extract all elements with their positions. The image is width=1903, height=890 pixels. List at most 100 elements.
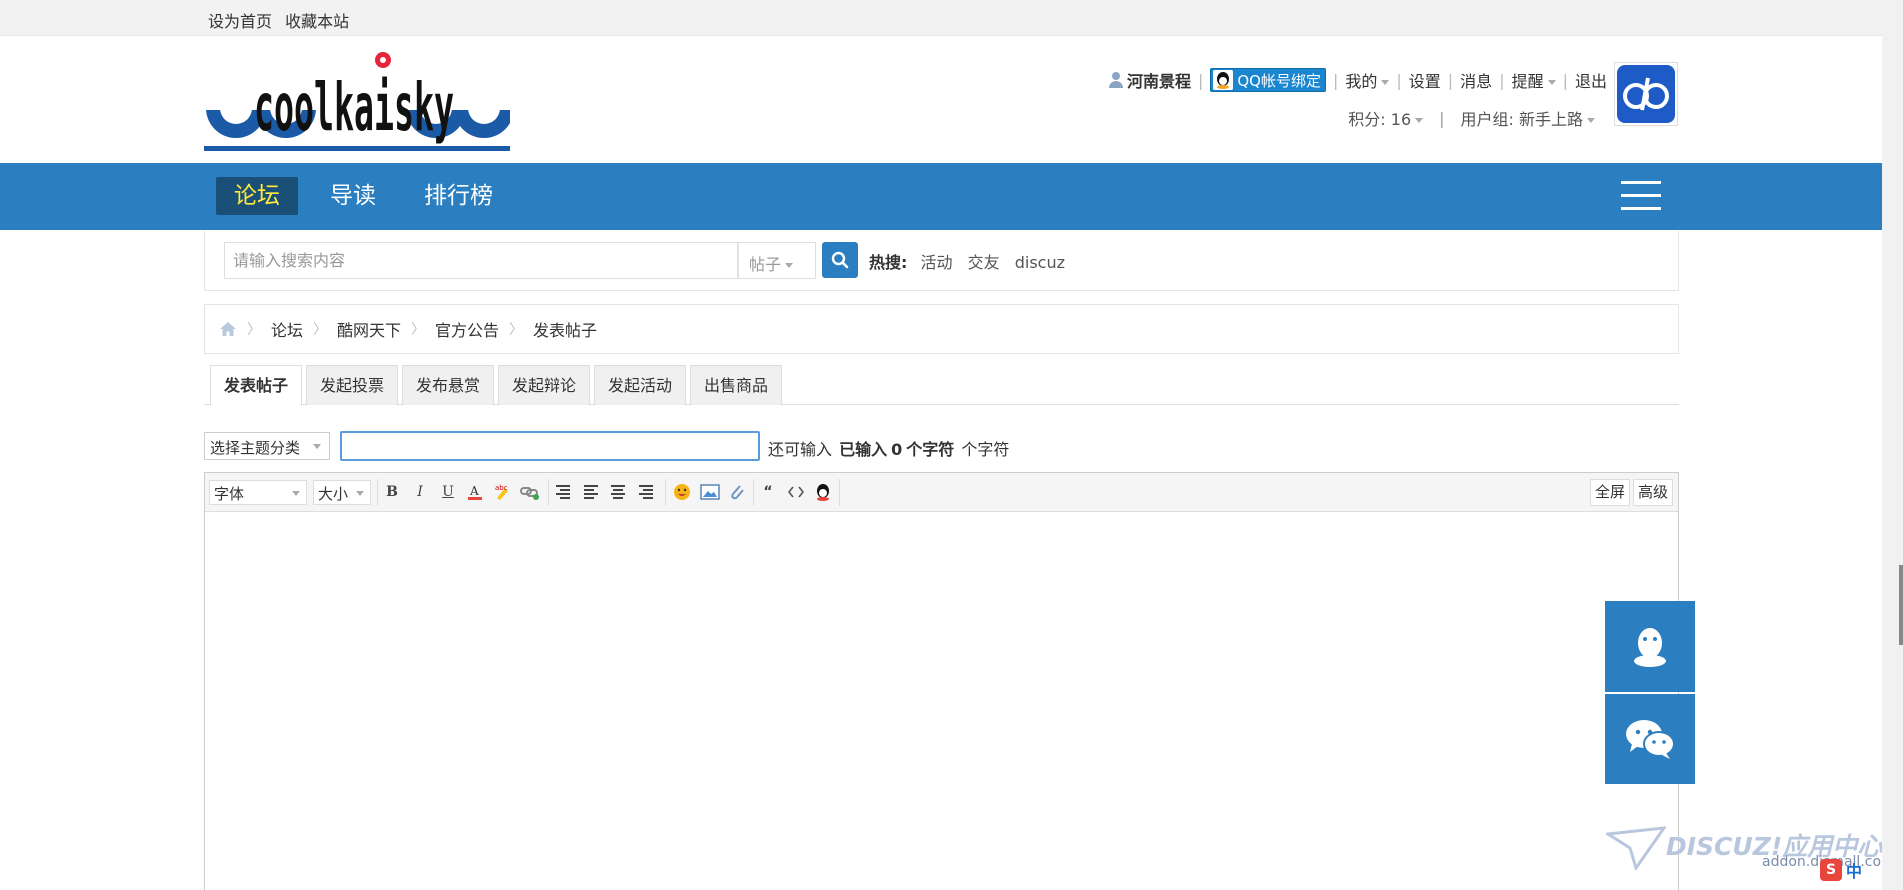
code-icon[interactable] <box>785 481 807 503</box>
tab-debate[interactable]: 发起辩论 <box>498 365 591 405</box>
thread-type-select[interactable]: 选择主题分类 <box>204 432 330 460</box>
hot-keyword[interactable]: 活动 <box>921 253 953 272</box>
ime-indicator[interactable]: S 中 <box>1820 858 1862 882</box>
username-text: 河南景程 <box>1126 72 1191 91</box>
hot-keyword[interactable]: discuz <box>1015 253 1065 272</box>
site-logo[interactable]: coolkaisky <box>204 50 510 154</box>
font-color-icon[interactable]: A <box>464 481 486 503</box>
user-icon <box>1108 72 1123 88</box>
breadcrumb-board[interactable]: 官方公告 <box>435 317 499 341</box>
top-bar: 设为首页 收藏本站 <box>0 0 1882 36</box>
qq-icon <box>1634 627 1666 667</box>
search-type-select[interactable]: 帖子 <box>738 242 816 279</box>
avatar[interactable] <box>1614 62 1678 126</box>
search-button[interactable] <box>822 242 858 278</box>
tab-post-thread[interactable]: 发表帖子 <box>210 365 303 406</box>
tab-reward[interactable]: 发布悬赏 <box>402 365 495 405</box>
thread-type-label: 选择主题分类 <box>210 439 301 457</box>
post-type-tabs: 发表帖子 发起投票 发布悬赏 发起辩论 发起活动 出售商品 <box>204 365 1679 406</box>
scrollbar-thumb[interactable] <box>1899 565 1903 645</box>
underline-icon[interactable]: U <box>437 481 459 503</box>
paper-plane-icon <box>1603 826 1668 872</box>
font-family-select[interactable]: 字体 <box>209 480 307 505</box>
breadcrumb-section[interactable]: 酷网天下 <box>337 317 401 341</box>
search-icon <box>831 251 849 269</box>
editor-body[interactable] <box>205 512 1678 890</box>
qq-bind-label: QQ帐号绑定 <box>1237 71 1321 90</box>
svg-text:abc: abc <box>495 484 508 492</box>
sogou-icon: S <box>1820 859 1842 881</box>
post-editor: 字体 大小 B I U A abc “ 全屏 高级 <box>204 472 1679 890</box>
bold-icon[interactable]: B <box>381 481 403 503</box>
page-root: 设为首页 收藏本站 coolkaisky 河南景程 | QQ帐号绑定 | 我的 … <box>0 0 1903 890</box>
font-size-label: 大小 <box>318 485 349 503</box>
smiley-icon[interactable] <box>671 481 693 503</box>
hot-keyword[interactable]: 交友 <box>968 253 1000 272</box>
settings-link[interactable]: 设置 <box>1409 68 1441 92</box>
fullscreen-button[interactable]: 全屏 <box>1590 479 1631 506</box>
qq-bind-button[interactable]: QQ帐号绑定 <box>1210 68 1326 92</box>
font-size-select[interactable]: 大小 <box>313 480 371 505</box>
avatar-logo-icon <box>1623 77 1669 111</box>
breadcrumb: 〉 论坛 〉 酷网天下 〉 官方公告 〉 发表帖子 <box>204 304 1679 354</box>
remind-menu-label: 提醒 <box>1511 72 1544 91</box>
counter-unit: 个字符 <box>906 440 955 459</box>
align-justify-icon[interactable] <box>581 481 603 503</box>
search-bar: 帖子 热搜: 活动 交友 discuz <box>204 231 1679 291</box>
advanced-button[interactable]: 高级 <box>1633 479 1674 506</box>
menu-icon[interactable] <box>1621 181 1661 211</box>
user-stats: 积分: 16 | 用户组: 新手上路 <box>1348 106 1595 130</box>
subject-input[interactable] <box>340 431 760 461</box>
align-center-icon[interactable] <box>608 481 630 503</box>
tab-poll[interactable]: 发起投票 <box>306 365 399 405</box>
tab-activity[interactable]: 发起活动 <box>594 365 687 405</box>
points-menu[interactable]: 积分: 16 <box>1348 106 1424 130</box>
my-menu[interactable]: 我的 <box>1345 68 1390 92</box>
chevron-down-icon <box>1415 118 1424 123</box>
username-link[interactable]: 河南景程 <box>1108 68 1191 92</box>
align-left-icon[interactable] <box>553 481 575 503</box>
link-icon[interactable] <box>519 481 541 503</box>
quote-icon[interactable]: “ <box>757 481 779 503</box>
messages-link[interactable]: 消息 <box>1460 68 1492 92</box>
float-qq-button[interactable] <box>1605 601 1695 692</box>
tab-trade[interactable]: 出售商品 <box>690 365 783 405</box>
align-right-icon[interactable] <box>636 481 658 503</box>
float-wechat-button[interactable] <box>1605 694 1695 784</box>
nav-item-ranking[interactable]: 排行榜 <box>424 177 493 215</box>
hot-search: 热搜: 活动 交友 discuz <box>869 249 1075 273</box>
chevron-down-icon <box>1381 80 1390 85</box>
chevron-down-icon <box>292 491 300 496</box>
breadcrumb-current: 发表帖子 <box>533 321 598 340</box>
qq-icon <box>1213 70 1234 90</box>
font-family-label: 字体 <box>214 485 245 503</box>
image-icon[interactable] <box>699 481 721 503</box>
nav-item-guide[interactable]: 导读 <box>330 177 376 215</box>
breadcrumb-forum[interactable]: 论坛 <box>271 317 303 341</box>
usergroup-menu[interactable]: 用户组: 新手上路 <box>1461 106 1595 130</box>
bookmark-site-link[interactable]: 收藏本站 <box>285 12 349 31</box>
chevron-down-icon <box>785 263 794 268</box>
attachment-icon[interactable] <box>726 481 748 503</box>
counter-entered-label: 已输入 <box>839 440 888 459</box>
search-input[interactable] <box>224 242 738 279</box>
svg-text:A: A <box>469 484 479 498</box>
home-icon[interactable] <box>219 321 237 337</box>
remind-menu[interactable]: 提醒 <box>1512 68 1556 92</box>
my-menu-label: 我的 <box>1345 72 1378 91</box>
main-nav: 论坛 导读 排行榜 <box>0 163 1882 230</box>
italic-icon[interactable]: I <box>409 481 431 503</box>
background-color-icon[interactable]: abc <box>492 481 514 503</box>
search-type-label: 帖子 <box>749 255 782 274</box>
ime-chinese-icon: 中 <box>1846 862 1863 881</box>
counter-suffix: 个字符 <box>961 440 1010 459</box>
counter-value: 0 <box>891 440 903 459</box>
vertical-scrollbar[interactable] <box>1882 0 1903 890</box>
nav-item-forum[interactable]: 论坛 <box>216 177 298 215</box>
chevron-down-icon <box>1587 118 1595 123</box>
logout-link[interactable]: 退出 <box>1575 68 1607 92</box>
set-homepage-link[interactable]: 设为首页 <box>208 12 272 31</box>
counter-prefix: 还可输入 <box>768 440 833 459</box>
chevron-down-icon <box>1547 80 1556 85</box>
qq-icon[interactable] <box>812 481 834 503</box>
